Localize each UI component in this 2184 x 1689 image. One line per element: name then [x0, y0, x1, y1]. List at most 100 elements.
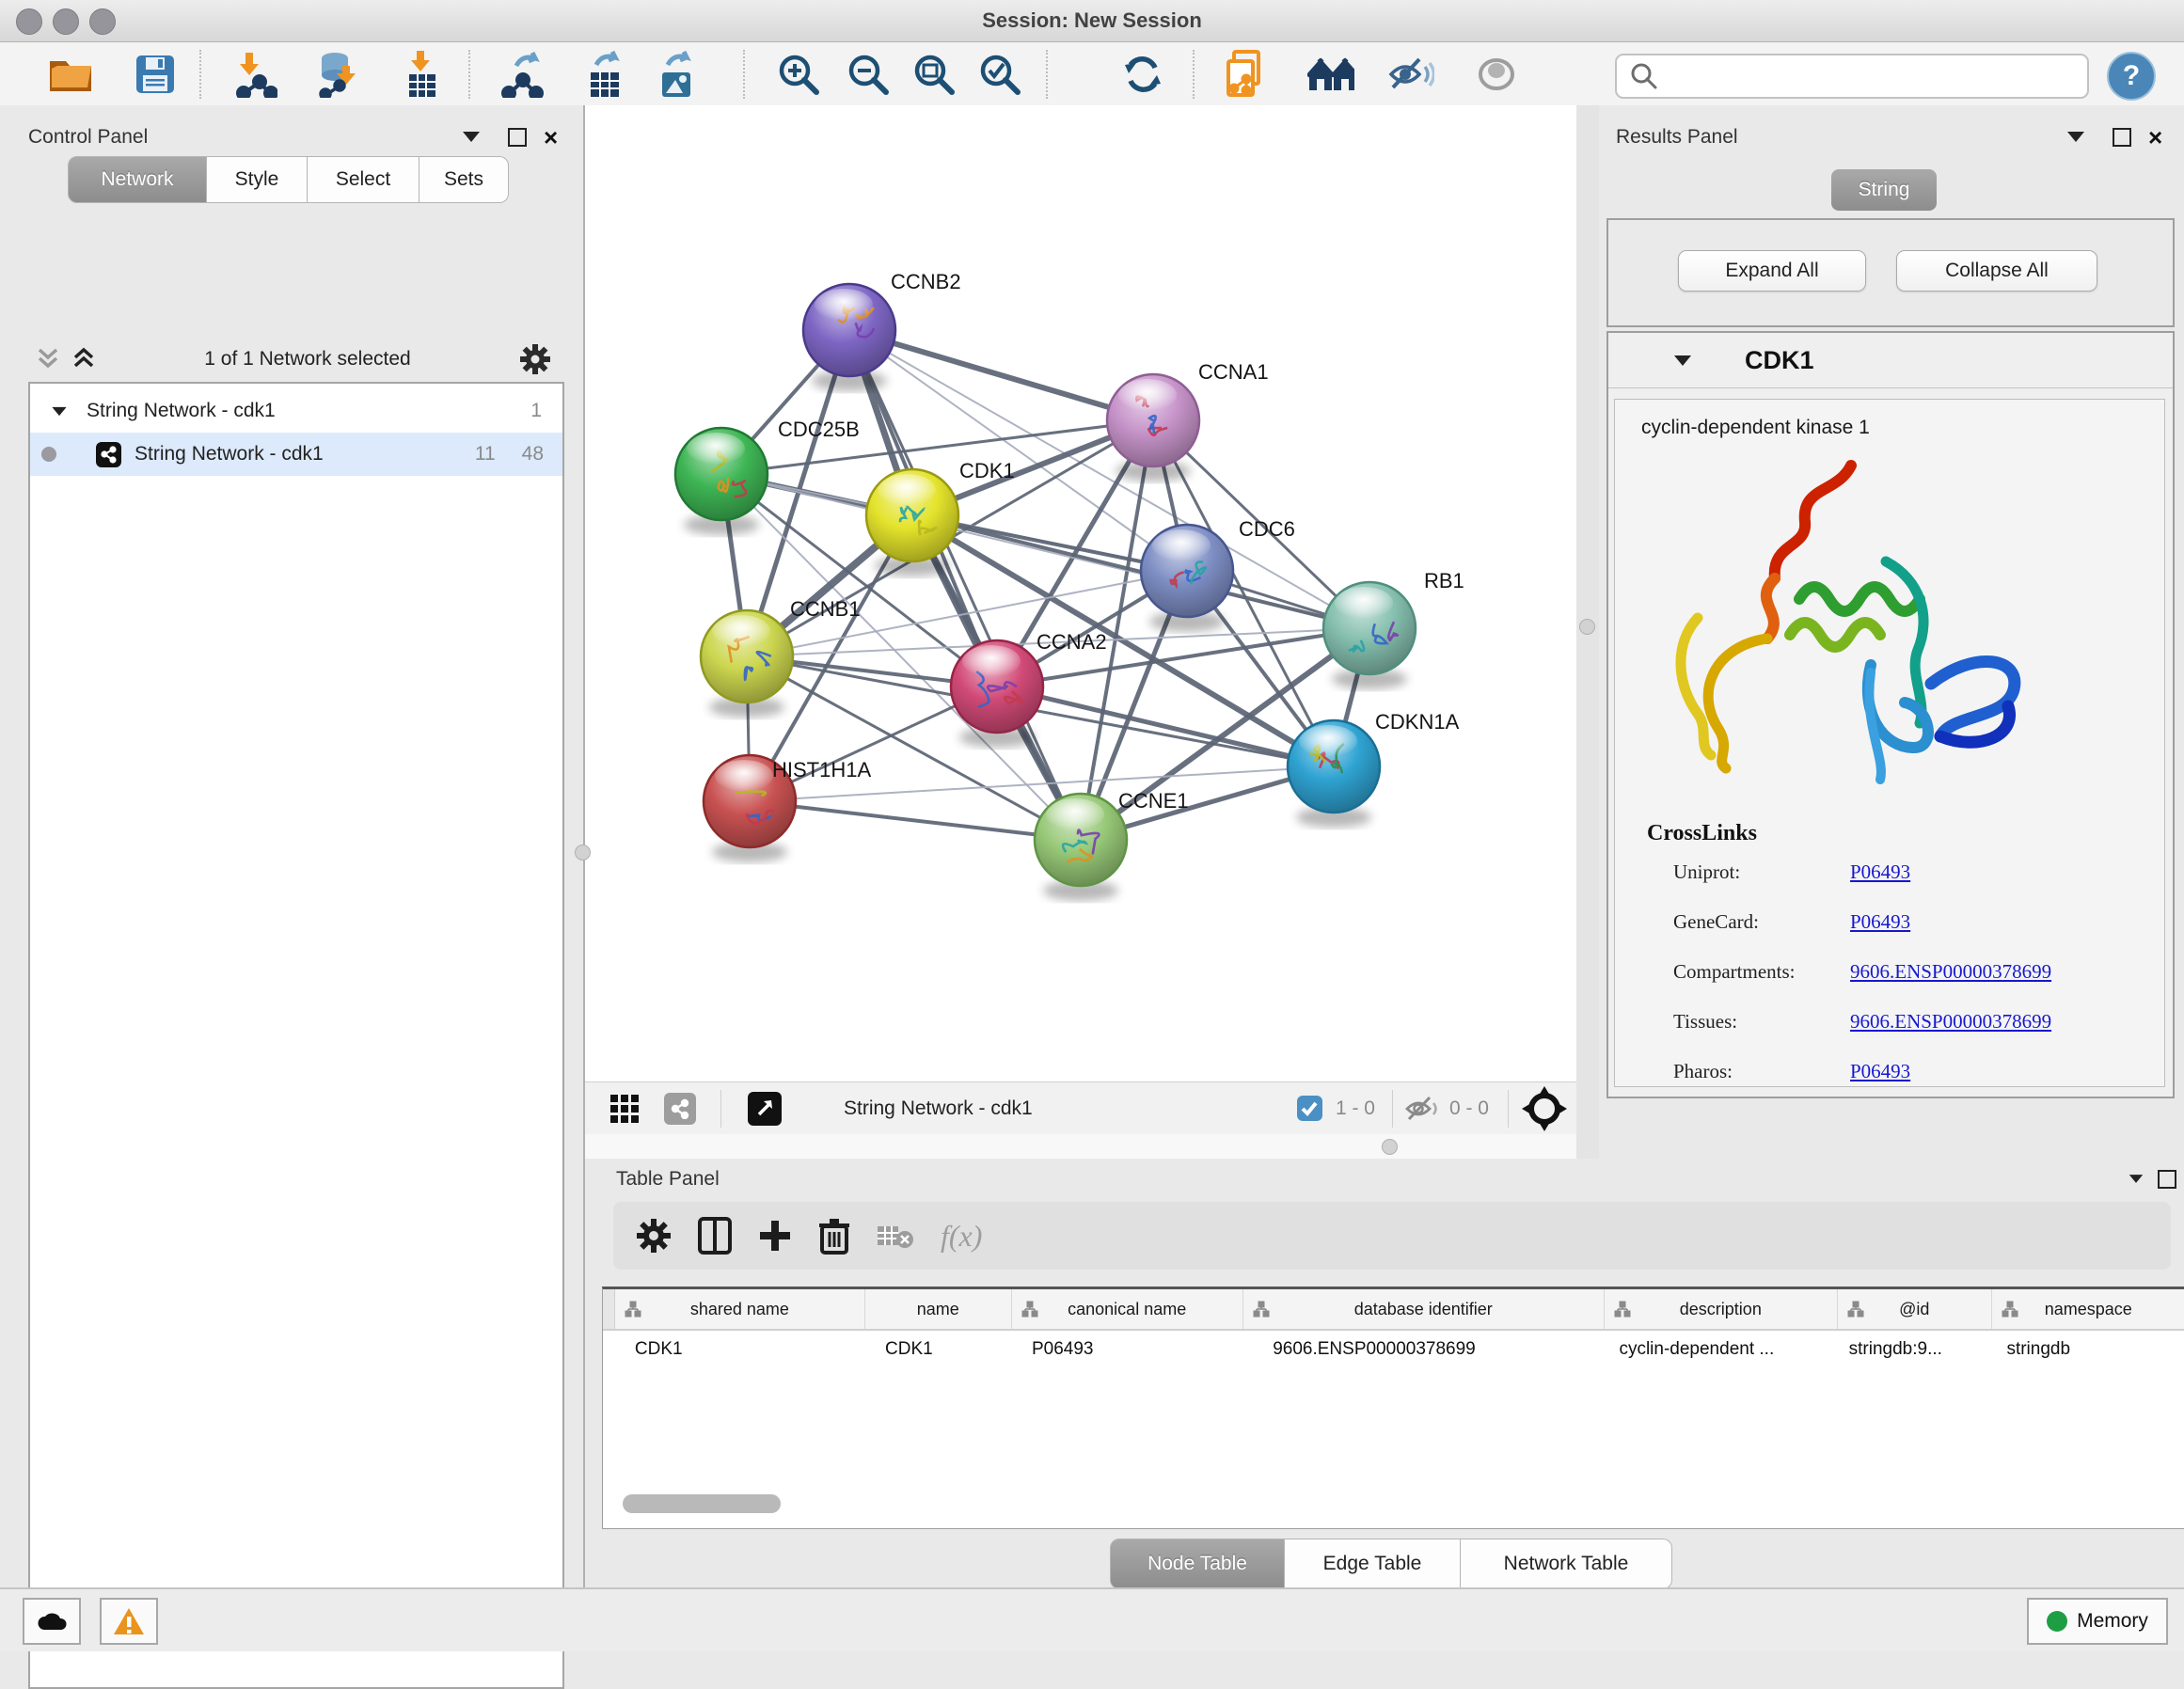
zoom-in-icon	[777, 53, 820, 96]
tab-edge-table[interactable]: Edge Table	[1285, 1539, 1461, 1589]
export-network-button[interactable]	[499, 52, 546, 97]
tab-string[interactable]: String	[1831, 169, 1937, 211]
save-session-button[interactable]	[132, 52, 179, 97]
memory-status-dot	[2047, 1611, 2067, 1632]
add-column-icon[interactable]	[758, 1219, 792, 1253]
network-node[interactable]	[951, 640, 1043, 748]
crosslink-link[interactable]: 9606.ENSP00000378699	[1850, 960, 2051, 984]
export-table-button[interactable]	[581, 52, 628, 97]
splitter-handle[interactable]	[575, 844, 591, 860]
network-node[interactable]	[1288, 720, 1380, 828]
panel-menu-icon[interactable]	[2129, 1175, 2143, 1183]
expand-all-icon[interactable]	[71, 346, 96, 372]
expand-all-button[interactable]: Expand All	[1678, 250, 1866, 292]
help-button[interactable]: ?	[2107, 52, 2156, 101]
network-collection-row[interactable]: String Network - cdk1 1	[30, 389, 562, 433]
column-header-namespace[interactable]: namespace	[1992, 1289, 2184, 1329]
column-header-database-identifier[interactable]: database identifier	[1243, 1289, 1605, 1329]
selected-checkbox[interactable]	[1297, 1096, 1322, 1121]
panel-menu-icon[interactable]	[2067, 132, 2084, 142]
gear-icon[interactable]	[519, 343, 551, 375]
column-label: database identifier	[1354, 1300, 1493, 1319]
column-header-name[interactable]: name	[865, 1289, 1012, 1329]
network-node[interactable]	[1107, 374, 1199, 481]
zoom-out-button[interactable]	[845, 52, 892, 97]
network-row[interactable]: String Network - cdk1 11 48	[30, 433, 562, 476]
tab-network[interactable]: Network	[68, 156, 207, 203]
tab-sets[interactable]: Sets	[419, 156, 509, 203]
panel-float-icon[interactable]	[2158, 1170, 2176, 1189]
splitter-handle[interactable]	[1579, 619, 1595, 635]
table-row[interactable]: CDK1 CDK1 P06493 9606.ENSP00000378699 cy…	[603, 1331, 2184, 1368]
memory-button[interactable]: Memory	[2027, 1598, 2168, 1645]
column-header-shared-name[interactable]: shared name	[615, 1289, 865, 1329]
first-neighbors-button[interactable]	[1223, 52, 1270, 97]
delete-column-icon[interactable]	[818, 1217, 850, 1255]
import-network-database-button[interactable]	[314, 52, 361, 97]
zoom-in-button[interactable]	[775, 52, 822, 97]
network-view-toolbar: String Network - cdk1 1 - 0 0 - 0	[585, 1081, 1576, 1135]
gene-expander-icon[interactable]	[1674, 355, 1691, 366]
node-label: CDKN1A	[1375, 710, 1460, 734]
splitter-handle[interactable]	[1382, 1139, 1398, 1155]
panel-close-icon[interactable]: ×	[2148, 130, 2162, 145]
warnings-button[interactable]	[100, 1598, 158, 1645]
collapse-all-icon[interactable]	[36, 346, 60, 372]
network-list-header: 1 of 1 Network selected	[28, 337, 561, 382]
network-node[interactable]	[675, 428, 768, 535]
panel-close-icon[interactable]: ×	[544, 130, 558, 145]
zoom-fit-button[interactable]	[910, 52, 957, 97]
import-table-button[interactable]	[399, 52, 446, 97]
horizontal-splitter[interactable]	[585, 1134, 1576, 1159]
network-edge[interactable]	[849, 330, 1081, 840]
network-edge[interactable]	[750, 801, 1081, 840]
tab-style[interactable]: Style	[207, 156, 308, 203]
cloud-button[interactable]	[23, 1598, 81, 1645]
column-header-id[interactable]: @id	[1838, 1289, 1992, 1329]
search-field[interactable]	[1615, 54, 2089, 99]
crosslink-link[interactable]: 9606.ENSP00000378699	[1850, 1010, 2051, 1034]
node-label: CCNB2	[891, 270, 961, 293]
tree-expander-icon[interactable]	[52, 406, 66, 415]
import-network-file-button[interactable]	[231, 52, 278, 97]
string-view-icon[interactable]	[664, 1093, 696, 1125]
network-node[interactable]	[701, 610, 793, 718]
network-node[interactable]	[1035, 794, 1127, 901]
crosslink-link[interactable]: P06493	[1850, 860, 1910, 884]
columns-icon[interactable]	[698, 1217, 732, 1255]
export-network-icon	[499, 51, 545, 98]
tab-network-table[interactable]: Network Table	[1461, 1539, 1672, 1589]
search-input[interactable]	[1660, 65, 2087, 88]
network-graph[interactable]: CCNB2CCNA1CDC25BCDK1CDC6RB1CCNB1CCNA2CDK…	[585, 105, 1576, 1081]
collapse-all-button[interactable]: Collapse All	[1896, 250, 2097, 292]
selected-count: 1 - 0	[1336, 1097, 1375, 1120]
open-session-button[interactable]	[47, 52, 94, 97]
network-node[interactable]	[1323, 582, 1416, 689]
detach-view-icon[interactable]	[748, 1092, 782, 1126]
panel-menu-icon[interactable]	[463, 132, 480, 142]
column-header-description[interactable]: description	[1605, 1289, 1838, 1329]
main-toolbar: ?	[0, 42, 2184, 106]
export-image-button[interactable]	[653, 52, 700, 97]
node-table[interactable]: shared name name canonical name database…	[602, 1286, 2184, 1529]
panel-float-icon[interactable]	[2113, 128, 2131, 147]
crosslink-link[interactable]: P06493	[1850, 910, 1910, 934]
network-edge[interactable]	[849, 330, 1153, 420]
panel-float-icon[interactable]	[508, 128, 527, 147]
horizontal-scrollbar[interactable]	[623, 1494, 781, 1513]
layout-refresh-button[interactable]	[1119, 52, 1166, 97]
birdseye-icon[interactable]	[1522, 1086, 1567, 1131]
tab-node-table[interactable]: Node Table	[1110, 1539, 1285, 1589]
graphics-details-button[interactable]	[1307, 52, 1354, 97]
network-node[interactable]	[803, 284, 895, 391]
tab-select[interactable]: Select	[308, 156, 419, 203]
crosslink-link[interactable]: P06493	[1850, 1060, 1910, 1083]
column-header-canonical-name[interactable]: canonical name	[1012, 1289, 1243, 1329]
crosslink-row: Pharos:	[1673, 1060, 1733, 1083]
show-all-button[interactable]	[1474, 52, 1521, 97]
grid-view-icon[interactable]	[609, 1094, 640, 1124]
column-label: canonical name	[1068, 1300, 1186, 1319]
gear-icon[interactable]	[636, 1218, 672, 1254]
zoom-selected-button[interactable]	[976, 52, 1023, 97]
hide-selected-button[interactable]	[1387, 52, 1434, 97]
